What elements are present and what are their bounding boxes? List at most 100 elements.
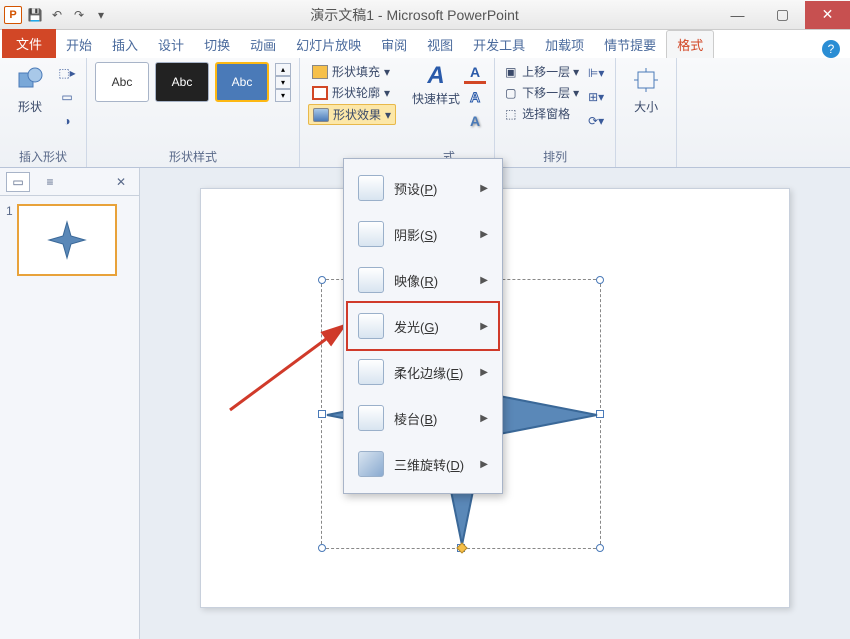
tab-insert[interactable]: 插入 — [102, 31, 148, 58]
group-insert-shapes: 形状 ⬚▸ ▭ ◑ 插入形状 — [0, 58, 87, 167]
text-box-icon[interactable]: ▭ — [56, 86, 78, 108]
star-shape-icon — [47, 220, 87, 260]
dropdown-icon: ▾ — [385, 108, 391, 122]
slide-thumbnail-1[interactable] — [17, 204, 117, 276]
tab-review[interactable]: 审阅 — [371, 31, 417, 58]
bring-forward-icon: ▣ — [505, 65, 519, 79]
window-title: 演示文稿1 - Microsoft PowerPoint — [114, 5, 715, 25]
powerpoint-app-icon[interactable]: P — [4, 6, 22, 24]
help-icon[interactable]: ? — [822, 40, 840, 58]
group-label-shape-styles: 形状样式 — [95, 146, 291, 165]
ribbon-tabs: 文件 开始 插入 设计 切换 动画 幻灯片放映 审阅 视图 开发工具 加载项 情… — [0, 30, 850, 58]
submenu-arrow-icon: ▶ — [480, 413, 488, 424]
slide-panel: ▭ ≡ ✕ 1 — [0, 168, 140, 639]
menu-item-glow[interactable]: 发光(G) ▶ — [348, 303, 498, 349]
redo-icon[interactable]: ↷ — [70, 6, 88, 24]
tab-format[interactable]: 格式 — [666, 30, 714, 58]
thumbnails-tab-icon[interactable]: ▭ — [6, 172, 30, 192]
undo-icon[interactable]: ↶ — [48, 6, 66, 24]
group-shape-styles: Abc Abc Abc ▴ ▾ ▾ 形状样式 — [87, 58, 300, 167]
gallery-up-icon[interactable]: ▴ — [275, 63, 291, 76]
ribbon: 形状 ⬚▸ ▭ ◑ 插入形状 Abc Abc Abc ▴ ▾ ▾ 形状样式 — [0, 58, 850, 168]
style-thumb-3[interactable]: Abc — [215, 62, 269, 102]
maximize-button[interactable]: ▢ — [760, 1, 805, 29]
wordart-icon: A — [427, 62, 444, 90]
align-icon[interactable]: ⊫▾ — [585, 62, 607, 84]
reflection-icon — [358, 267, 384, 293]
quick-access-toolbar: P 💾 ↶ ↷ ▾ — [0, 6, 114, 24]
style-thumb-1[interactable]: Abc — [95, 62, 149, 102]
send-backward-button[interactable]: ▢下移一层 ▾ — [503, 83, 581, 102]
outline-swatch-icon — [312, 86, 328, 100]
tab-animations[interactable]: 动画 — [240, 31, 286, 58]
group-shape-fill: 形状填充▾ 形状轮廓▾ 形状效果▾ — [300, 58, 404, 167]
selection-pane-button[interactable]: ⬚选择窗格 — [503, 104, 581, 123]
menu-item-soft-edges[interactable]: 柔化边缘(E) ▶ — [348, 349, 498, 395]
submenu-arrow-icon: ▶ — [480, 367, 488, 378]
tab-design[interactable]: 设计 — [148, 31, 194, 58]
outline-tab-icon[interactable]: ≡ — [38, 172, 62, 192]
slide-number: 1 — [6, 204, 13, 276]
window-controls: ― ▢ ✕ — [715, 1, 850, 29]
rotation-3d-icon — [358, 451, 384, 477]
send-backward-icon: ▢ — [505, 86, 519, 100]
slide-thumb-row[interactable]: 1 — [0, 196, 139, 284]
edit-shape-icon[interactable]: ⬚▸ — [56, 62, 78, 84]
shapes-button[interactable]: 形状 — [8, 62, 52, 117]
rotate-icon[interactable]: ⟳▾ — [585, 110, 607, 132]
shape-fill-button[interactable]: 形状填充▾ — [308, 62, 396, 81]
fill-swatch-icon — [312, 65, 328, 79]
dropdown-icon: ▾ — [384, 65, 390, 79]
shadow-icon — [358, 221, 384, 247]
submenu-arrow-icon: ▶ — [480, 183, 488, 194]
shape-outline-button[interactable]: 形状轮廓▾ — [308, 83, 396, 102]
menu-item-3d-rotation[interactable]: 三维旋转(D) ▶ — [348, 441, 498, 487]
shape-effects-menu: 预设(P) ▶ 阴影(S) ▶ 映像(R) ▶ 发光(G) ▶ 柔化边缘(E) … — [343, 158, 503, 494]
group-label-arrange: 排列 — [503, 146, 607, 165]
submenu-arrow-icon: ▶ — [480, 229, 488, 240]
tab-addins[interactable]: 加载项 — [535, 31, 594, 58]
menu-item-bevel[interactable]: 棱台(B) ▶ — [348, 395, 498, 441]
tab-transitions[interactable]: 切换 — [194, 31, 240, 58]
save-icon[interactable]: 💾 — [26, 6, 44, 24]
preset-icon — [358, 175, 384, 201]
text-fill-icon[interactable]: A — [464, 62, 486, 84]
group-icon[interactable]: ⊞▾ — [585, 86, 607, 108]
gallery-more-icon[interactable]: ▾ — [275, 89, 291, 102]
merge-shapes-icon[interactable]: ◑ — [56, 110, 78, 132]
effects-swatch-icon — [313, 108, 329, 122]
gallery-down-icon[interactable]: ▾ — [275, 76, 291, 89]
minimize-button[interactable]: ― — [715, 1, 760, 29]
close-panel-icon[interactable]: ✕ — [109, 172, 133, 192]
size-icon — [630, 64, 662, 96]
close-button[interactable]: ✕ — [805, 1, 850, 29]
menu-item-preset[interactable]: 预设(P) ▶ — [348, 165, 498, 211]
tab-plot[interactable]: 情节提要 — [594, 31, 666, 58]
tab-slideshow[interactable]: 幻灯片放映 — [286, 31, 371, 58]
group-size: 大小 — [616, 58, 677, 167]
glow-icon — [358, 313, 384, 339]
menu-item-shadow[interactable]: 阴影(S) ▶ — [348, 211, 498, 257]
qat-dropdown-icon[interactable]: ▾ — [92, 6, 110, 24]
text-outline-icon[interactable]: A — [464, 86, 486, 108]
tab-view[interactable]: 视图 — [417, 31, 463, 58]
size-button[interactable]: 大小 — [624, 62, 668, 117]
menu-item-reflection[interactable]: 映像(R) ▶ — [348, 257, 498, 303]
dropdown-icon: ▾ — [384, 86, 390, 100]
bevel-icon — [358, 405, 384, 431]
soft-edges-icon — [358, 359, 384, 385]
shape-effects-button[interactable]: 形状效果▾ — [308, 104, 396, 125]
group-wordart: A 快速样式 A A A 式 — [404, 58, 495, 167]
tab-file[interactable]: 文件 — [2, 29, 56, 58]
style-thumb-2[interactable]: Abc — [155, 62, 209, 102]
selection-pane-icon: ⬚ — [505, 107, 519, 121]
bring-forward-button[interactable]: ▣上移一层 ▾ — [503, 62, 581, 81]
tab-home[interactable]: 开始 — [56, 31, 102, 58]
annotation-arrow — [225, 315, 355, 415]
submenu-arrow-icon: ▶ — [480, 275, 488, 286]
tab-developer[interactable]: 开发工具 — [463, 31, 535, 58]
quick-styles-button[interactable]: A 快速样式 — [412, 62, 460, 107]
submenu-arrow-icon: ▶ — [480, 459, 488, 470]
submenu-arrow-icon: ▶ — [480, 321, 488, 332]
text-effects-icon[interactable]: A — [464, 110, 486, 132]
